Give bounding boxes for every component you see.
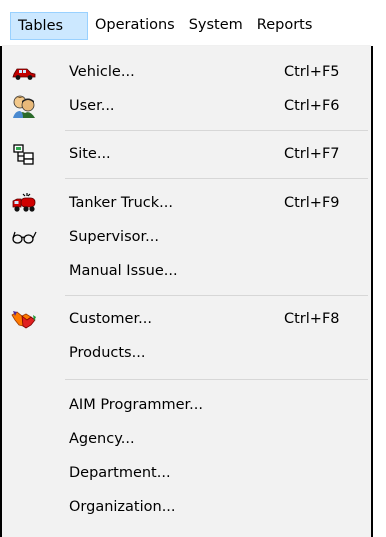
menu-item-label: Organization... (69, 499, 176, 515)
menu-item-aim-programmer[interactable]: AIM Programmer... (2, 388, 371, 422)
menu-item-label: Customer... (69, 311, 152, 327)
car-icon (11, 60, 37, 84)
handshake-icon (11, 307, 37, 331)
users-icon (11, 94, 37, 118)
menu-separator (65, 178, 368, 179)
menu-item-site[interactable]: Site... Ctrl+F7 (2, 137, 371, 171)
menu-bar: Tables Operations System Reports (0, 0, 386, 46)
menu-item-label: Site... (69, 146, 111, 162)
menu-item-label: Supervisor... (69, 229, 159, 245)
menu-item-shortcut: Ctrl+F8 (284, 311, 340, 327)
menu-item-user[interactable]: User... Ctrl+F6 (2, 89, 371, 123)
menu-item-agency[interactable]: Agency... (2, 422, 371, 456)
menu-separator (65, 379, 368, 380)
menu-operations[interactable]: Operations (88, 12, 182, 40)
menu-item-label: Products... (69, 345, 146, 361)
menu-item-shortcut: Ctrl+F7 (284, 146, 340, 162)
menu-item-supervisor[interactable]: Supervisor... (2, 220, 371, 254)
menu-separator (65, 295, 368, 296)
menu-item-products[interactable]: Products... (2, 336, 371, 370)
menu-item-manual-issue[interactable]: Manual Issue... (2, 254, 371, 288)
menu-frame-right (371, 0, 373, 537)
menu-item-label: Manual Issue... (69, 263, 178, 279)
tanker-truck-icon (11, 191, 37, 215)
menu-item-label: User... (69, 98, 115, 114)
menu-item-organization[interactable]: Organization... (2, 490, 371, 524)
menu-item-label: Agency... (69, 431, 135, 447)
menu-item-tanker-truck[interactable]: Tanker Truck... Ctrl+F9 (2, 186, 371, 220)
menu-item-shortcut: Ctrl+F9 (284, 195, 340, 211)
menu-item-label: AIM Programmer... (69, 397, 203, 413)
glasses-icon (11, 225, 37, 249)
menu-item-label: Vehicle... (69, 64, 135, 80)
tables-dropdown-menu: Vehicle... Ctrl+F5 User... Ctrl+F6 Site.… (2, 46, 371, 537)
menu-system[interactable]: System (182, 12, 250, 40)
menu-item-vehicle[interactable]: Vehicle... Ctrl+F5 (2, 55, 371, 89)
site-tree-icon (11, 142, 37, 166)
menu-separator (65, 130, 368, 131)
menu-tables[interactable]: Tables (10, 11, 88, 40)
menu-item-label: Department... (69, 465, 171, 481)
menu-item-shortcut: Ctrl+F6 (284, 98, 340, 114)
menu-item-shortcut: Ctrl+F5 (284, 64, 340, 80)
menu-item-customer[interactable]: Customer... Ctrl+F8 (2, 302, 371, 336)
menu-item-department[interactable]: Department... (2, 456, 371, 490)
menu-reports[interactable]: Reports (250, 12, 320, 40)
menu-item-label: Tanker Truck... (69, 195, 173, 211)
